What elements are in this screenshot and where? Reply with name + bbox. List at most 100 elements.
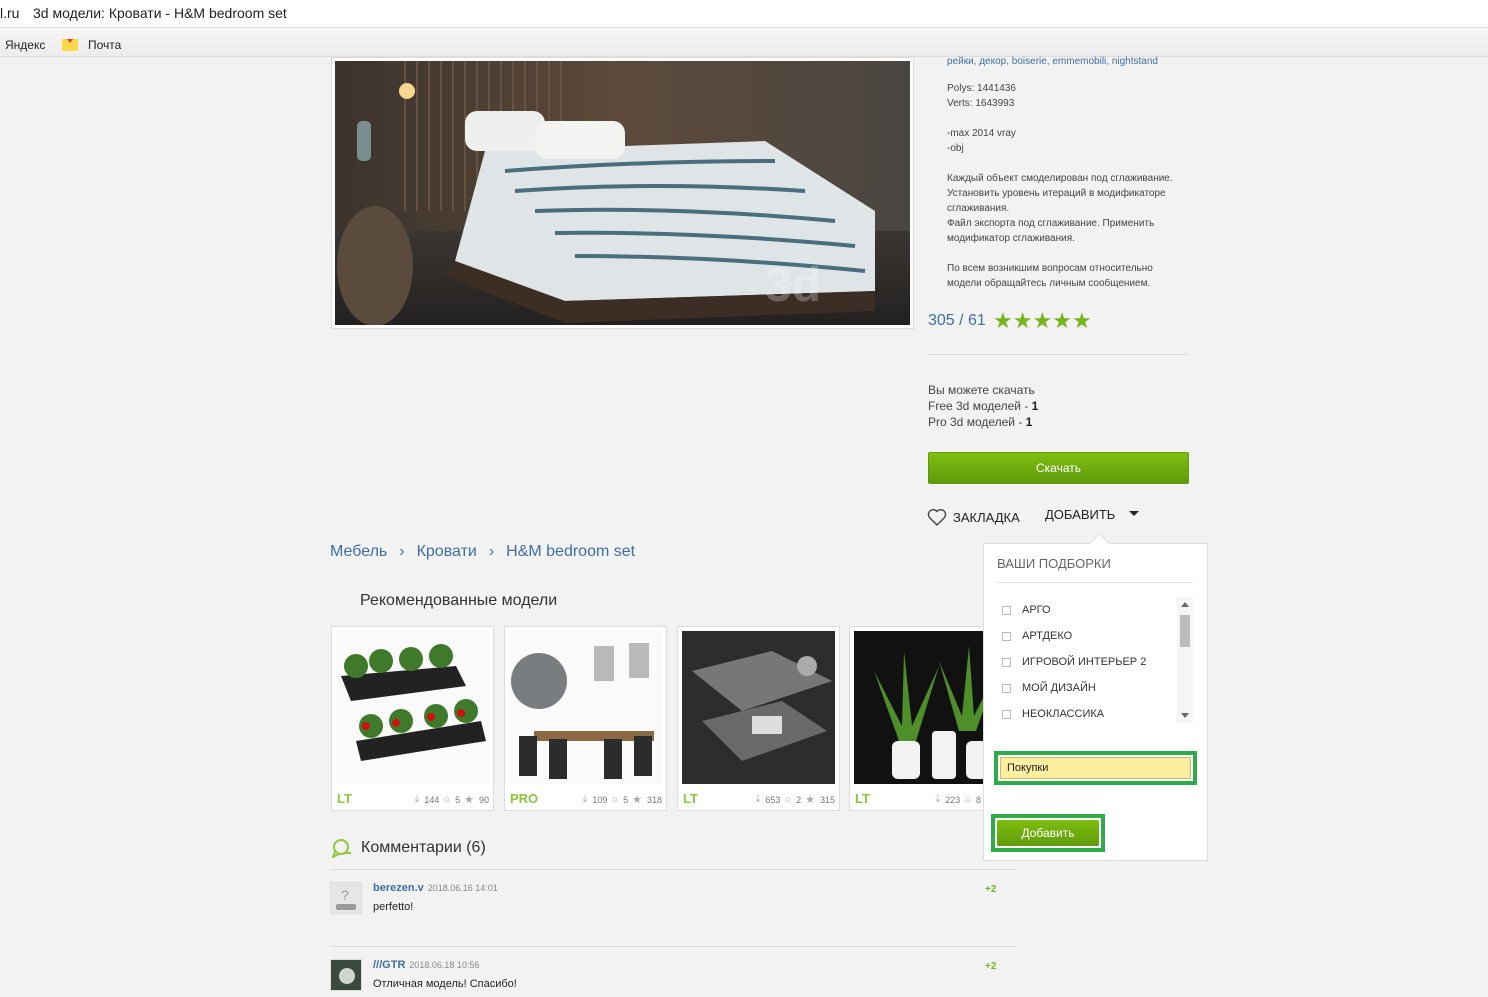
checkbox[interactable]	[1002, 657, 1011, 667]
star-count: 90	[478, 794, 489, 805]
mail-icon	[62, 39, 78, 51]
collection-item[interactable]: АРГО	[1002, 601, 1051, 619]
comment-text: perfetto!	[373, 901, 414, 913]
star-icon[interactable]: ★	[993, 310, 1013, 332]
comment-icon: ○	[611, 793, 619, 806]
comment-author-name[interactable]: berezen.v	[373, 882, 424, 894]
rating-stars[interactable]: ★★★★★	[993, 310, 1092, 333]
download-count: 653	[765, 794, 781, 805]
avatar[interactable]	[330, 959, 362, 991]
star-icon: ★	[464, 794, 474, 806]
model-description: Polys: 1441436 Verts: 1643993 -max 2014 …	[947, 83, 1173, 289]
comment-author-name[interactable]: ///GTR	[373, 959, 405, 971]
comment-count: 5	[623, 794, 629, 805]
collections-popup: ВАШИ ПОДБОРКИ АРГО АРТДЕКО ИГРОВОЙ ИНТЕР…	[983, 543, 1208, 861]
download-count: 223	[945, 794, 961, 805]
comments-count-label: Комментарии (6)	[361, 839, 486, 856]
download-icon: ⤓	[755, 793, 761, 805]
license-badge: LT	[683, 791, 698, 806]
scroll-up-icon[interactable]	[1181, 602, 1189, 607]
pro-count: 1	[1025, 415, 1033, 429]
card-stats: ⤓ 109 ○ 5 ★ 318	[583, 793, 662, 806]
scroll-down-icon[interactable]	[1181, 713, 1189, 718]
tab-domain: l.ru	[0, 5, 20, 21]
breadcrumb-item[interactable]: Кровати	[417, 543, 477, 561]
rating-counter: 305 / 61	[928, 312, 986, 329]
model-tags[interactable]: рейки, декор, boiserie, emmemobili, nigh…	[947, 56, 1158, 67]
comment-icon: ○	[443, 793, 451, 806]
divider	[330, 869, 1016, 870]
chevron-right-icon: ›	[488, 543, 495, 560]
star-icon[interactable]: ★	[1032, 310, 1052, 332]
add-to-collection-button[interactable]: ДОБАВИТЬ	[1045, 507, 1115, 525]
default-avatar-icon: ?	[331, 883, 361, 913]
collection-item[interactable]: ИГРОВОЙ ИНТЕРЬЕР 2	[1002, 653, 1146, 671]
collections-list: АРГО АРТДЕКО ИГРОВОЙ ИНТЕРЬЕР 2 МОЙ ДИЗА…	[997, 597, 1194, 723]
comment-score: +2	[985, 961, 997, 972]
star-count: 315	[819, 794, 835, 805]
license-badge: PRO	[510, 791, 539, 806]
divider	[330, 946, 1016, 947]
download-icon: ⤓	[935, 793, 941, 805]
recommended-card[interactable]: PRO ⤓ 109 ○ 5 ★ 318	[504, 626, 667, 811]
recommended-card[interactable]: LT ⤓ 653 ○ 2 ★ 315	[677, 626, 840, 811]
avatar[interactable]: ?	[330, 882, 362, 914]
heart-icon	[927, 509, 947, 526]
comments-title: Комментарии (6)	[331, 838, 486, 858]
breadcrumb-item[interactable]: H&M bedroom set	[506, 543, 635, 561]
collection-label: АРТДЕКО	[1022, 630, 1073, 642]
model-thumbnail	[336, 631, 489, 784]
comment-text: Отличная модель! Спасибо!	[373, 978, 517, 990]
comments-icon	[331, 839, 351, 858]
model-preview-image[interactable]: 3d	[331, 57, 914, 329]
download-count: 144	[424, 794, 440, 805]
comment-icon: ○	[784, 793, 792, 806]
bookmark-mail[interactable]: Почта	[88, 38, 121, 52]
new-collection-input[interactable]	[1000, 757, 1191, 779]
pro-label: Pro 3d моделей -	[928, 415, 1026, 429]
comment-icon: ○	[964, 793, 971, 806]
collection-item[interactable]: АРТДЕКО	[1002, 627, 1072, 645]
collection-label: ИГРОВОЙ ИНТЕРЬЕР 2	[1022, 656, 1147, 668]
download-info: Вы можете скачать Free 3d моделей - 1 Pr…	[928, 382, 1038, 430]
free-count: 1	[1031, 399, 1039, 413]
chevron-down-icon[interactable]	[1129, 511, 1139, 516]
collection-label: МОЙ ДИЗАЙН	[1022, 682, 1096, 694]
breadcrumb: Мебель › Кровати › H&M bedroom set	[330, 543, 635, 561]
star-icon: ★	[632, 794, 642, 806]
bookmark-yandex[interactable]: Яндекс	[5, 38, 45, 52]
star-icon[interactable]: ★	[1072, 310, 1092, 332]
breadcrumb-item[interactable]: Мебель	[330, 543, 387, 561]
license-badge: LT	[855, 791, 870, 806]
collection-label: НЕОКЛАССИКА	[1022, 708, 1105, 720]
free-label: Free 3d моделей -	[928, 399, 1032, 413]
new-collection-field	[994, 751, 1197, 785]
download-icon: ⤓	[582, 793, 588, 805]
collection-item[interactable]: НЕОКЛАССИКА	[1002, 705, 1104, 723]
collections-scrollbar[interactable]	[1177, 597, 1193, 723]
checkbox[interactable]	[1002, 683, 1011, 693]
star-icon[interactable]: ★	[1013, 310, 1033, 332]
chevron-right-icon: ›	[399, 543, 405, 560]
star-icon[interactable]: ★	[1052, 310, 1072, 332]
checkbox[interactable]	[1002, 709, 1011, 719]
svg-text:3d: 3d	[765, 259, 821, 312]
download-info-line: Вы можете скачать	[928, 383, 1035, 397]
model-thumbnail	[682, 631, 835, 784]
collection-item[interactable]: МОЙ ДИЗАЙН	[1002, 679, 1096, 697]
comment-author[interactable]: ///GTR 2018.06.18 10:56	[373, 959, 479, 971]
recommended-card[interactable]: LT ⤓ 144 ○ 5 ★ 90	[331, 626, 494, 811]
collection-label: АРГО	[1022, 604, 1051, 616]
scrollbar-thumb[interactable]	[1180, 615, 1190, 647]
license-badge: LT	[337, 791, 352, 806]
bookmark-label: ЗАКЛАДКА	[953, 509, 1020, 525]
add-collection-button[interactable]: Добавить	[991, 814, 1105, 852]
checkbox[interactable]	[1002, 605, 1011, 615]
bookmark-button[interactable]: ЗАКЛАДКА	[927, 506, 1020, 528]
comment-author[interactable]: berezen.v 2018.06.16 14:01	[373, 882, 498, 894]
comment-date: 2018.06.18 10:56	[409, 960, 480, 970]
download-button[interactable]: Скачать	[928, 452, 1189, 484]
comment-count: 8	[975, 794, 981, 805]
recommended-title: Рекомендованные модели	[360, 592, 558, 609]
checkbox[interactable]	[1002, 631, 1011, 641]
